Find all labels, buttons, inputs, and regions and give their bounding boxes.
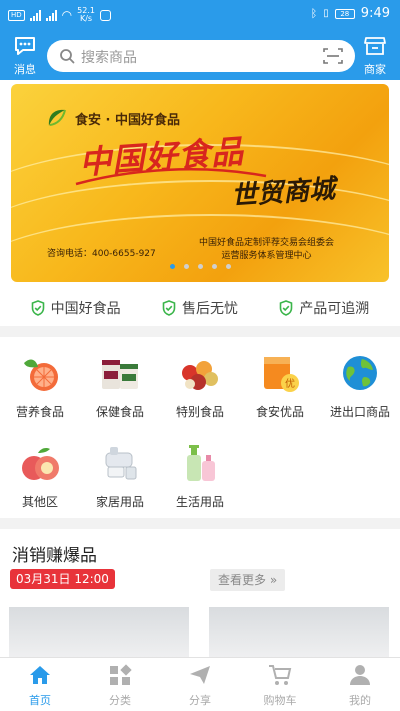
banner-organizer: 中国好食品定制评荐交易会组委会 运营服务体系管理中心 xyxy=(199,238,335,261)
category-import-export[interactable]: 进出口商品 xyxy=(320,351,400,420)
banner-subtitle: 世贸商城 xyxy=(230,174,337,212)
user-icon xyxy=(350,665,370,685)
shield-check-icon xyxy=(162,300,176,316)
store-icon xyxy=(364,37,386,55)
scan-icon[interactable] xyxy=(323,47,343,65)
guarantee-bar: 中国好食品 售后无忧 产品可追溯 xyxy=(0,290,400,326)
category-premium[interactable]: 优 食安优品 xyxy=(240,351,320,420)
signal-icon xyxy=(29,9,41,21)
carousel-dot[interactable] xyxy=(211,264,217,269)
app-notification-icon xyxy=(99,9,111,21)
carousel-indicator xyxy=(0,264,400,269)
peach-icon xyxy=(22,448,59,480)
search-icon xyxy=(60,49,75,64)
network-speed: 52.1 K/s xyxy=(77,6,95,23)
tab-cart[interactable]: 购物车 xyxy=(240,658,320,711)
message-icon xyxy=(15,37,35,55)
message-label: 消息 xyxy=(14,63,36,76)
category-icon xyxy=(110,664,132,685)
svg-text:优: 优 xyxy=(285,377,295,390)
banner-hotline: 咨询电话：400-6655-927 xyxy=(47,249,156,259)
shield-check-icon xyxy=(280,300,293,316)
guarantee-item: 中国好食品 xyxy=(31,298,121,318)
share-icon xyxy=(190,666,210,684)
carousel-dot[interactable] xyxy=(225,264,231,269)
guarantee-item: 产品可追溯 xyxy=(279,298,369,318)
premium-box-icon: 优 xyxy=(264,357,299,392)
message-button[interactable]: 消息 xyxy=(8,36,42,77)
category-nutrition[interactable]: 营养食品 xyxy=(0,351,80,420)
lotion-bottles-icon xyxy=(187,445,215,481)
leaf-logo-icon xyxy=(48,109,66,126)
category-grid: 营养食品 保健食品 特别食品 优 食安优品 进出口商品 其他区 家居用品 生活用… xyxy=(0,337,400,518)
section-title: 消销赚爆品 xyxy=(12,546,97,566)
shop-label: 商家 xyxy=(364,63,386,76)
tab-share[interactable]: 分享 xyxy=(160,658,240,711)
category-home[interactable]: 家居用品 xyxy=(80,441,160,510)
view-more-button[interactable]: 查看更多 » xyxy=(210,569,286,591)
banner-brand-text: 食安 · 中国好食品 xyxy=(75,112,180,128)
grapefruit-icon xyxy=(24,359,58,391)
signal-icon xyxy=(45,9,57,21)
tab-category[interactable]: 分类 xyxy=(80,658,160,711)
fruit-basket-icon xyxy=(182,361,218,390)
carousel-dot[interactable] xyxy=(169,264,175,269)
vibrate-icon: ▯ xyxy=(323,8,329,19)
globe-icon xyxy=(343,356,377,390)
tab-home[interactable]: 首页 xyxy=(0,658,80,711)
bluetooth-icon: ᛒ xyxy=(310,7,318,20)
water-purifier-icon xyxy=(105,447,137,480)
supplement-bottles-icon xyxy=(102,360,138,389)
battery-icon: 28 xyxy=(334,8,355,19)
category-health[interactable]: 保健食品 xyxy=(80,351,160,420)
search-input[interactable]: 搜索商品 xyxy=(47,40,355,72)
bottom-nav: 首页 分类 分享 购物车 我的 xyxy=(0,657,400,711)
clock: 9:49 xyxy=(360,6,390,21)
tab-mine[interactable]: 我的 xyxy=(320,658,400,711)
banner-brand: 食安 · 中国好食品 xyxy=(45,106,180,130)
sale-time-badge: 03月31日 12:00 xyxy=(10,569,115,589)
carousel-dot[interactable] xyxy=(183,264,189,269)
flash-sale-section: 消销赚爆品 03月31日 12:00 查看更多 » xyxy=(0,529,400,669)
shop-button[interactable]: 商家 xyxy=(358,36,392,77)
search-placeholder: 搜索商品 xyxy=(81,50,137,66)
category-other[interactable]: 其他区 xyxy=(0,441,80,510)
category-special[interactable]: 特别食品 xyxy=(160,351,240,420)
hd-icon: HD xyxy=(8,9,25,21)
cart-icon xyxy=(269,665,292,685)
guarantee-item: 售后无忧 xyxy=(162,298,238,318)
wifi-icon: ◠ xyxy=(61,8,73,22)
top-header: HD ◠ 52.1 K/s ᛒ ▯ 28 9:49 消息 搜索商品 商家 xyxy=(0,0,400,80)
banner-carousel[interactable]: 食安 · 中国好食品 中国好食品 世贸商城 咨询电话：400-6655-927 … xyxy=(11,84,389,282)
home-icon xyxy=(30,666,50,684)
category-daily[interactable]: 生活用品 xyxy=(160,441,240,510)
status-bar: HD ◠ 52.1 K/s ᛒ ▯ 28 9:49 xyxy=(0,0,400,30)
shield-check-icon xyxy=(31,300,44,316)
carousel-dot[interactable] xyxy=(197,264,203,269)
